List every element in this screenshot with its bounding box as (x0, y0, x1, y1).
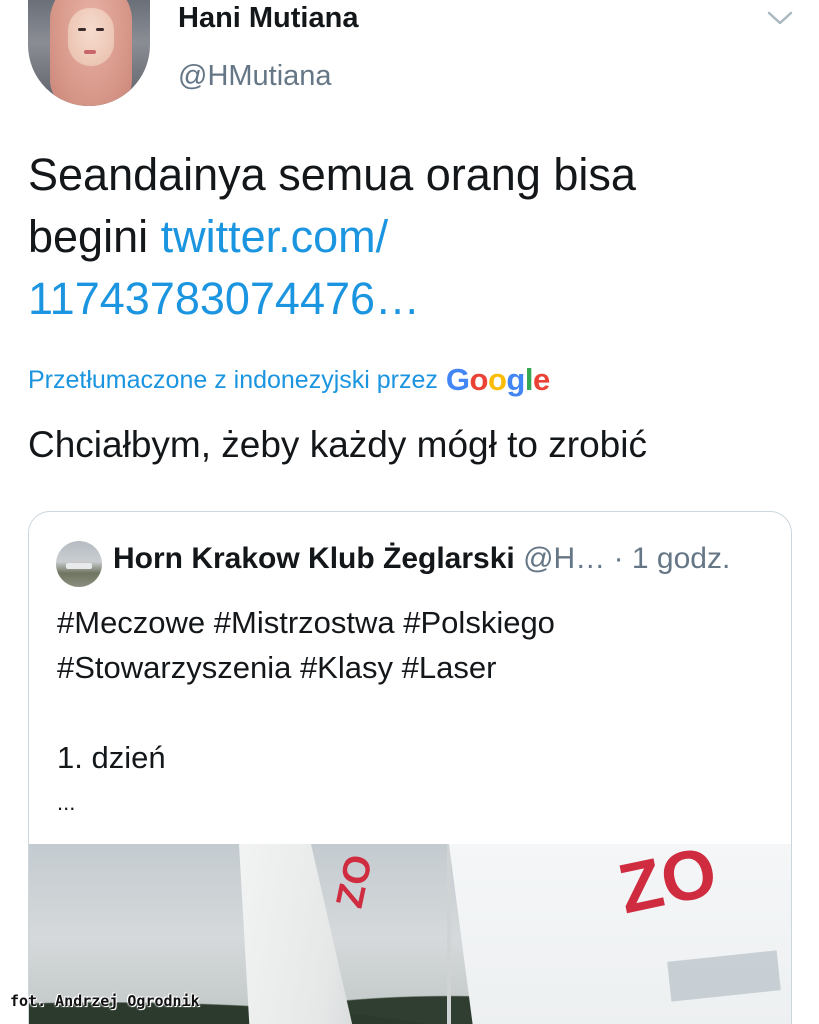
translated-text: Chciałbym, żeby każdy mógł to zrobić (28, 424, 647, 465)
quoted-body-line: #Stowarzyszenia #Klasy #Laser (57, 650, 497, 685)
translation-label: Przetłumaczone z indonezyjski przez (28, 365, 438, 394)
quoted-tweet-card[interactable]: Horn Krakow Klub Żeglarski @H… · 1 godz.… (28, 511, 792, 1024)
chevron-down-icon[interactable] (766, 8, 794, 28)
image-sail-number-left: ZO (328, 851, 381, 912)
tweet-text: Seandainya semua orang bisa begini twitt… (28, 144, 768, 330)
avatar-eye-left (78, 28, 86, 31)
photo-credit-watermark: fot. Andrzej Ogrodnik (10, 992, 200, 1010)
google-logo: Google (445, 362, 550, 397)
quoted-tweet-body: #Meczowe #Mistrzostwa #Polskiego #Stowar… (57, 600, 777, 825)
image-mast (447, 844, 451, 1024)
quoted-author-handle: @H… (523, 542, 606, 575)
quoted-body-ellipsis: ... (57, 790, 76, 815)
author-handle[interactable]: @HMutiana (178, 60, 332, 93)
quoted-body-blank-line (57, 690, 777, 735)
avatar-eye-right (96, 28, 104, 31)
quoted-tweet-time: · 1 godz. (613, 542, 731, 575)
quoted-tweet-header: Horn Krakow Klub Żeglarski @H… · 1 godz. (113, 542, 730, 576)
avatar-face-shape (68, 8, 114, 66)
avatar-lips (84, 50, 96, 54)
author-avatar[interactable] (28, 0, 150, 106)
quoted-author-name: Horn Krakow Klub Żeglarski (113, 542, 515, 575)
translation-attribution[interactable]: Przetłumaczone z indonezyjski przez Goog… (28, 362, 550, 398)
quoted-body-line: 1. dzień (57, 740, 166, 775)
author-display-name[interactable]: Hani Mutiana (178, 2, 358, 35)
quoted-author-avatar (56, 541, 102, 587)
quoted-body-line: #Meczowe #Mistrzostwa #Polskiego (57, 605, 555, 640)
